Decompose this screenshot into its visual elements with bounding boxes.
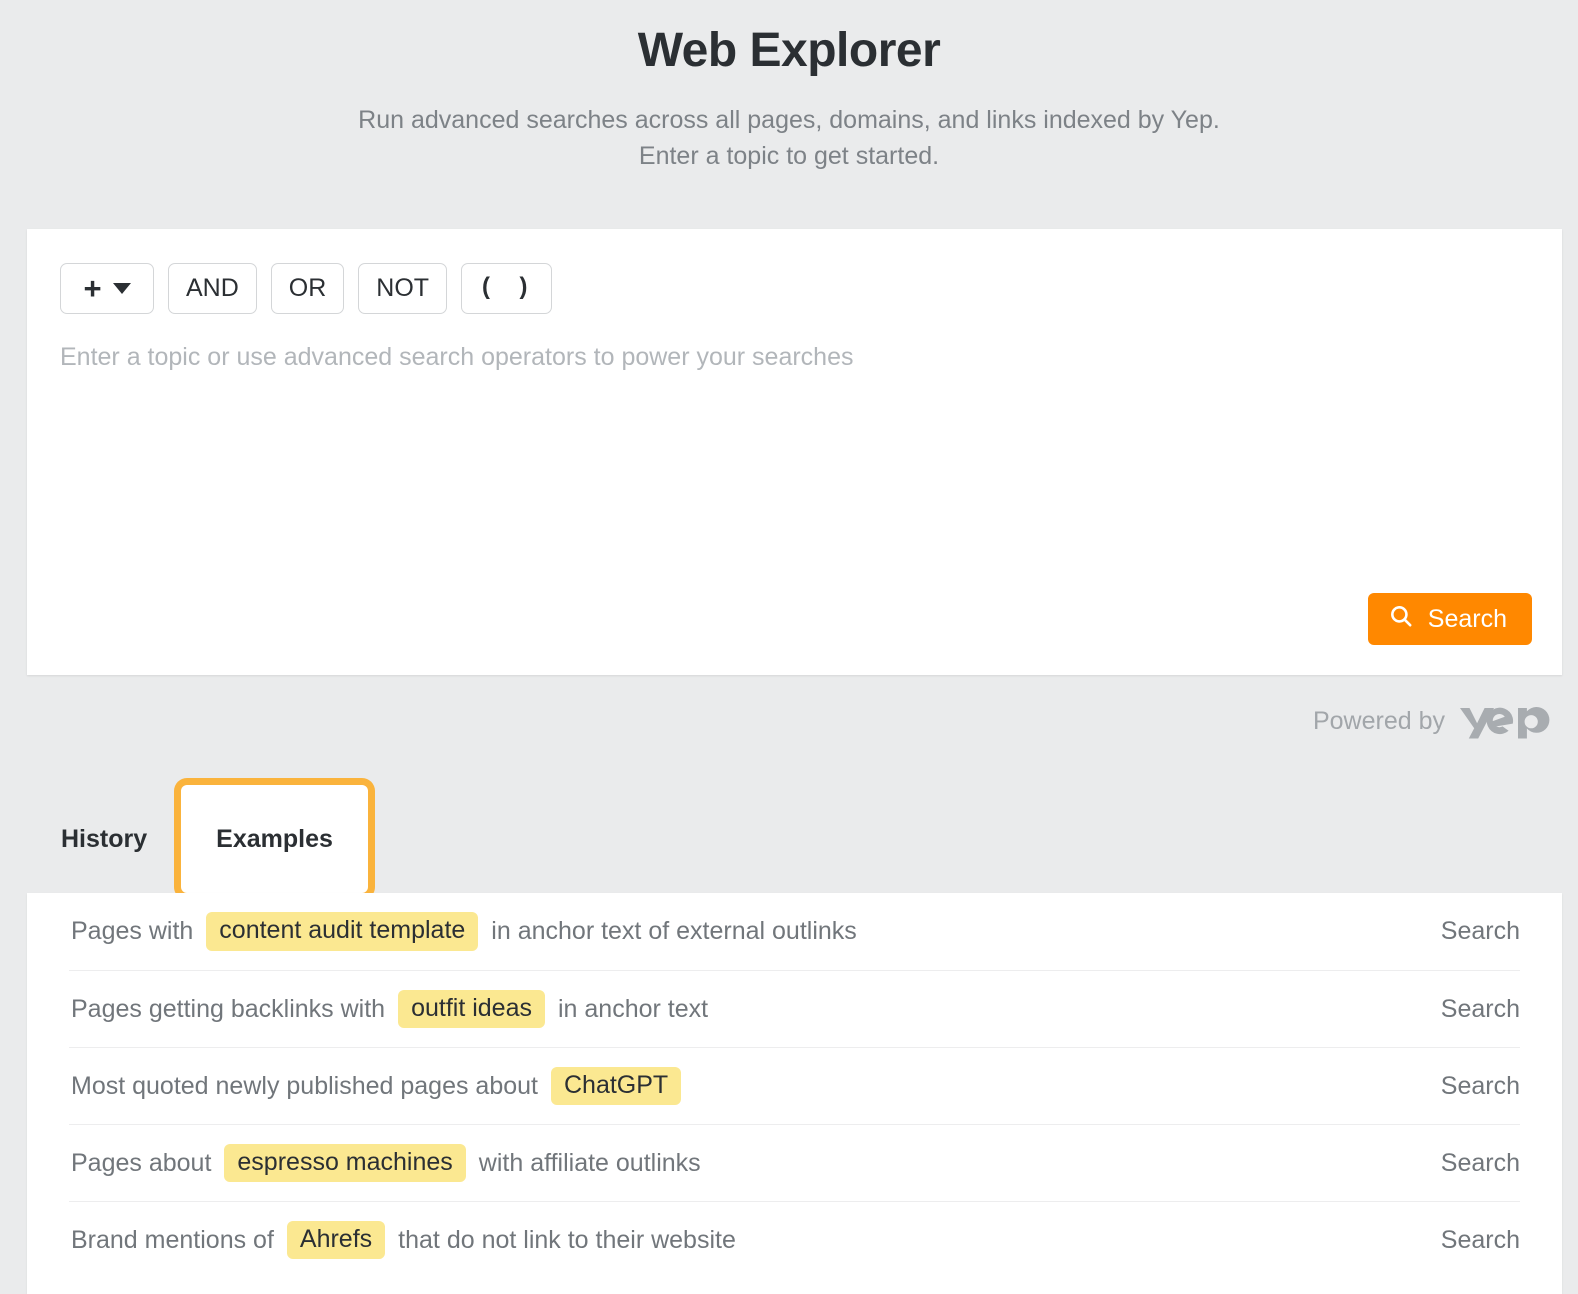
example-row[interactable]: Most quoted newly published pages about … bbox=[69, 1047, 1520, 1124]
example-text: Pages getting backlinks with outfit idea… bbox=[69, 989, 710, 1029]
page-title: Web Explorer bbox=[637, 24, 941, 77]
and-operator-button[interactable]: AND bbox=[168, 263, 257, 314]
example-search-link[interactable]: Search bbox=[1421, 995, 1520, 1024]
plus-icon: + bbox=[83, 271, 102, 306]
brackets-operator-button[interactable]: ( ) bbox=[461, 263, 553, 314]
example-row[interactable]: Pages with content audit template in anc… bbox=[69, 893, 1520, 970]
example-text: Brand mentions of Ahrefs that do not lin… bbox=[69, 1220, 738, 1260]
or-operator-button[interactable]: OR bbox=[270, 263, 345, 314]
example-keyword-pill: outfit ideas bbox=[398, 989, 545, 1029]
example-row[interactable]: Pages about espresso machines with affil… bbox=[69, 1124, 1520, 1201]
example-text: Pages with content audit template in anc… bbox=[69, 912, 859, 951]
tab-bar: History Examples bbox=[27, 783, 368, 895]
example-search-link[interactable]: Search bbox=[1421, 1149, 1520, 1178]
example-text: Most quoted newly published pages about … bbox=[69, 1066, 692, 1106]
example-suffix: in anchor text bbox=[557, 994, 709, 1023]
example-keyword-pill: espresso machines bbox=[224, 1143, 466, 1183]
example-row[interactable]: Pages getting backlinks with outfit idea… bbox=[69, 970, 1520, 1047]
operator-toolbar: + AND OR NOT ( ) bbox=[27, 229, 1562, 314]
search-card: + AND OR NOT ( ) Search bbox=[27, 229, 1562, 675]
page-subtitle-line-2: Enter a topic to get started. bbox=[638, 142, 940, 171]
yep-logo-icon bbox=[1458, 697, 1556, 746]
example-keyword-pill: Ahrefs bbox=[286, 1220, 386, 1260]
powered-by: Powered by bbox=[1313, 697, 1556, 746]
example-prefix: Brand mentions of bbox=[71, 1225, 274, 1254]
example-prefix: Pages getting backlinks with bbox=[71, 994, 386, 1023]
example-text: Pages about espresso machines with affil… bbox=[69, 1143, 703, 1183]
example-suffix: with affiliate outlinks bbox=[478, 1148, 701, 1177]
search-submit-button[interactable]: Search bbox=[1367, 593, 1532, 645]
example-search-link[interactable]: Search bbox=[1421, 1226, 1520, 1255]
example-search-link[interactable]: Search bbox=[1421, 1072, 1520, 1101]
search-icon bbox=[1388, 603, 1414, 636]
add-operator-button[interactable]: + bbox=[60, 263, 154, 314]
search-submit-label: Search bbox=[1427, 604, 1507, 633]
example-search-link[interactable]: Search bbox=[1421, 917, 1520, 946]
example-row[interactable]: Brand mentions of Ahrefs that do not lin… bbox=[69, 1201, 1520, 1278]
search-query-input[interactable] bbox=[60, 341, 1490, 551]
chevron-down-icon bbox=[112, 283, 131, 294]
example-prefix: Most quoted newly published pages about bbox=[71, 1071, 538, 1100]
example-keyword-pill: ChatGPT bbox=[551, 1066, 682, 1106]
page-subtitle-line-1: Run advanced searches across all pages, … bbox=[358, 105, 1220, 134]
page-header: Web Explorer Run advanced searches acros… bbox=[0, 0, 1578, 175]
example-prefix: Pages with bbox=[71, 917, 194, 945]
example-suffix: that do not link to their website bbox=[398, 1225, 736, 1254]
example-keyword-pill: content audit template bbox=[206, 912, 479, 951]
example-prefix: Pages about bbox=[71, 1148, 212, 1177]
not-operator-button[interactable]: NOT bbox=[358, 263, 448, 314]
tab-examples[interactable]: Examples bbox=[181, 785, 368, 893]
examples-panel: Pages with content audit template in anc… bbox=[27, 893, 1562, 1294]
powered-by-label: Powered by bbox=[1312, 707, 1445, 735]
page-subtitle: Run advanced searches across all pages, … bbox=[239, 102, 1339, 175]
tab-history[interactable]: History bbox=[27, 783, 181, 895]
example-suffix: in anchor text of external outlinks bbox=[491, 917, 857, 945]
